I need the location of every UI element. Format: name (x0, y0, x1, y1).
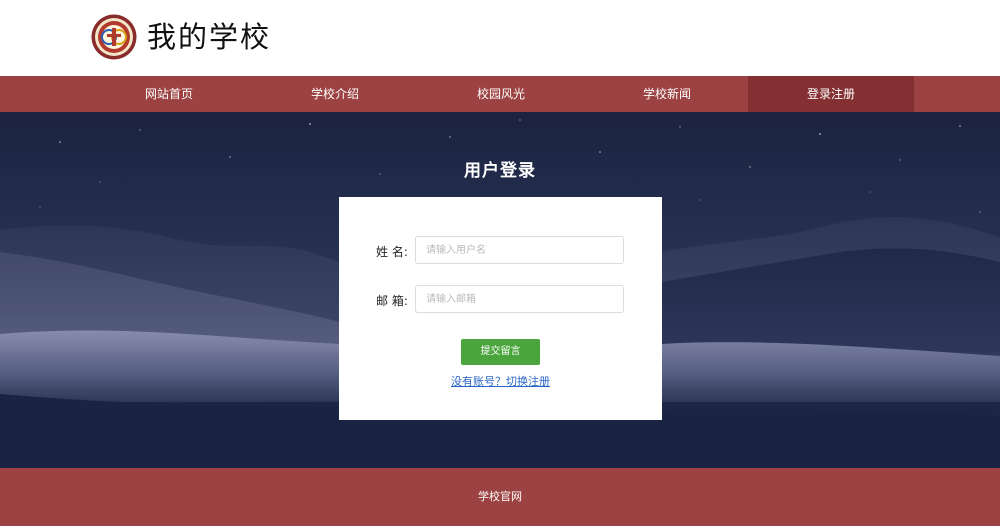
nav-item-about[interactable]: 学校介绍 (252, 76, 418, 112)
nav-item-campus[interactable]: 校园风光 (418, 76, 584, 112)
main-nav: 网站首页 学校介绍 校园风光 学校新闻 登录注册 (0, 76, 1000, 112)
footer-text[interactable]: 学校官网 (0, 468, 1000, 526)
login-card: 姓 名: 邮 箱: 提交留言 没有账号？切换注册 (339, 197, 662, 420)
login-title: 用户登录 (464, 161, 536, 181)
nav-item-home[interactable]: 网站首页 (86, 76, 252, 112)
email-label: 邮 箱: (376, 294, 408, 308)
name-label: 姓 名: (376, 245, 408, 259)
nav-item-login-register[interactable]: 登录注册 (748, 76, 914, 112)
email-input[interactable] (415, 285, 624, 313)
nav-item-news[interactable]: 学校新闻 (584, 76, 750, 112)
school-emblem-icon[interactable] (91, 14, 137, 60)
switch-to-register-link[interactable]: 没有账号？切换注册 (339, 373, 662, 389)
site-footer: 学校官网 (0, 468, 1000, 526)
site-title: 我的学校 (147, 20, 272, 54)
submit-button[interactable]: 提交留言 (461, 339, 540, 365)
site-header: 我的学校 (0, 0, 1000, 76)
name-input[interactable] (415, 236, 624, 264)
